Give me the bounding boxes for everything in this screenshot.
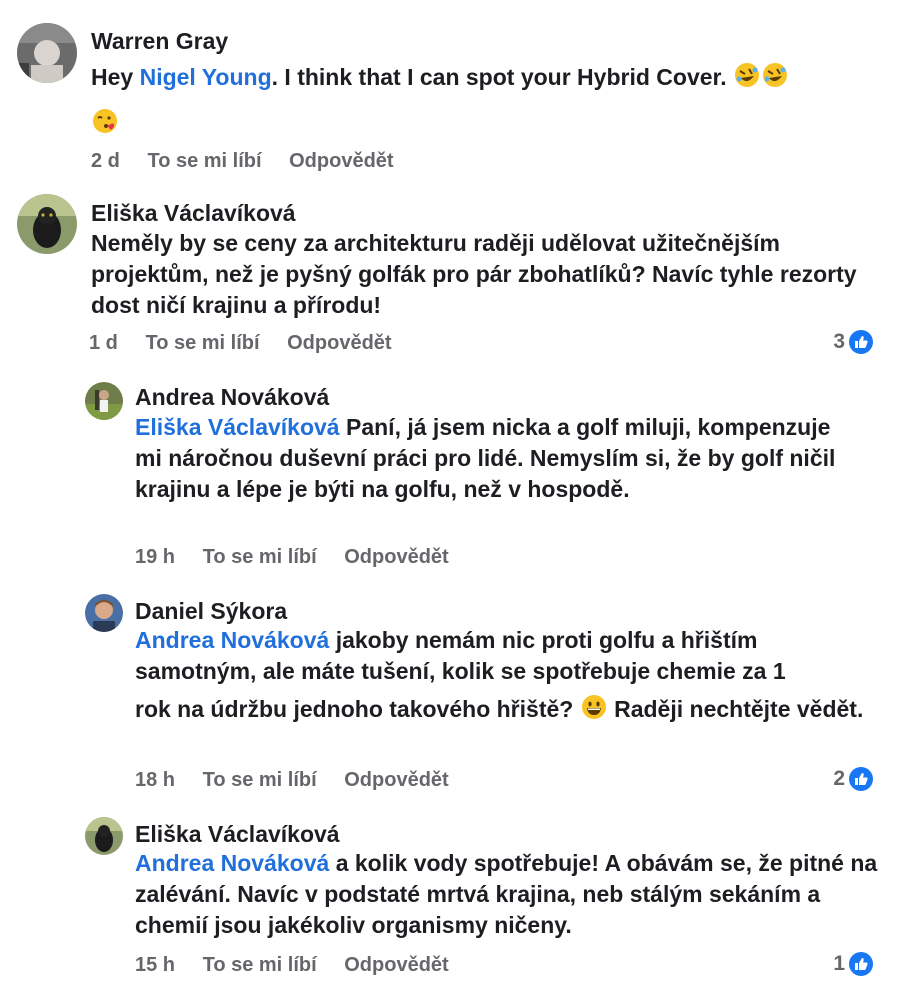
comment-meta: 19 h To se mi líbí Odpovědět	[135, 546, 471, 569]
mention-link[interactable]: Andrea Nováková	[135, 850, 329, 876]
avatar[interactable]	[85, 817, 123, 855]
comment-text: Andrea Nováková jakoby nemám nic proti g…	[135, 625, 865, 687]
comment-text-line2: rok na údržbu jednoho takového hřiště?	[135, 696, 574, 722]
reply-button[interactable]: Odpovědět	[344, 546, 448, 568]
avatar-photo-icon	[17, 194, 77, 254]
reaction-count[interactable]: 2	[833, 767, 873, 791]
comment-author[interactable]: Daniel Sýkora	[135, 597, 287, 625]
reaction-count-value: 1	[833, 952, 845, 975]
cropped-previous-content	[0, 0, 898, 6]
avatar-photo-icon	[85, 382, 123, 420]
comment-author[interactable]: Eliška Václavíková	[91, 199, 296, 227]
grinning-face-icon	[580, 693, 608, 729]
comment-text-line3: Raději nechtějte vědět.	[614, 696, 864, 722]
face-blowing-kiss-icon	[91, 107, 119, 143]
thumbs-up-icon	[849, 767, 873, 791]
comment-meta: 2 d To se mi líbí Odpovědět	[91, 150, 416, 173]
like-button[interactable]: To se mi líbí	[203, 546, 317, 568]
thumbs-up-icon	[849, 952, 873, 976]
thumbs-up-icon	[849, 330, 873, 354]
rolling-on-floor-laughing-icon	[761, 61, 789, 97]
comment-timestamp[interactable]: 2 d	[91, 150, 120, 172]
reaction-count-value: 2	[833, 767, 845, 790]
reaction-count[interactable]: 1	[833, 952, 873, 976]
avatar[interactable]	[85, 382, 123, 420]
comment-text-after: . I think that I can spot your Hybrid Co…	[271, 64, 727, 90]
avatar[interactable]	[17, 194, 77, 254]
like-button[interactable]: To se mi líbí	[147, 150, 261, 172]
comment-text-before: Hey	[91, 64, 140, 90]
reply-button[interactable]: Odpovědět	[287, 332, 391, 354]
reply-button[interactable]: Odpovědět	[289, 150, 393, 172]
avatar[interactable]	[17, 23, 77, 83]
comment-text: Hey Nigel Young. I think that I can spot…	[91, 61, 881, 143]
reply-button[interactable]: Odpovědět	[344, 954, 448, 976]
mention-link[interactable]: Eliška Václavíková	[135, 414, 340, 440]
comment-meta: 15 h To se mi líbí Odpovědět	[135, 954, 471, 977]
comment-timestamp[interactable]: 19 h	[135, 546, 175, 568]
like-button[interactable]: To se mi líbí	[203, 954, 317, 976]
comment-timestamp[interactable]: 18 h	[135, 769, 175, 791]
comment-text-continued: rok na údržbu jednoho takového hřiště? R…	[135, 693, 870, 729]
rolling-on-floor-laughing-icon	[733, 61, 761, 97]
avatar-photo-icon	[85, 817, 123, 855]
comment-text: Andrea Nováková a kolik vody spotřebuje!…	[135, 848, 880, 941]
like-button[interactable]: To se mi líbí	[203, 769, 317, 791]
comment-text: Neměly by se ceny za architekturu raději…	[91, 230, 857, 318]
reaction-count[interactable]: 3	[833, 330, 873, 354]
comment-meta: 18 h To se mi líbí Odpovědět	[135, 769, 471, 792]
comment-meta: 1 d To se mi líbí Odpovědět	[89, 332, 414, 355]
comment-author[interactable]: Andrea Nováková	[135, 383, 329, 411]
comment-timestamp[interactable]: 1 d	[89, 332, 118, 354]
reply-button[interactable]: Odpovědět	[344, 769, 448, 791]
avatar-photo-icon	[17, 23, 77, 83]
comment-author[interactable]: Eliška Václavíková	[135, 820, 340, 848]
like-button[interactable]: To se mi líbí	[145, 332, 259, 354]
comment-timestamp[interactable]: 15 h	[135, 954, 175, 976]
mention-link[interactable]: Andrea Nováková	[135, 627, 329, 653]
avatar[interactable]	[85, 594, 123, 632]
comment-text: Eliška Václavíková Paní, já jsem nicka a…	[135, 412, 855, 505]
reaction-count-value: 3	[833, 330, 845, 353]
avatar-photo-icon	[85, 594, 123, 632]
comment-author[interactable]: Warren Gray	[91, 27, 228, 55]
mention-link[interactable]: Nigel Young	[140, 64, 272, 90]
